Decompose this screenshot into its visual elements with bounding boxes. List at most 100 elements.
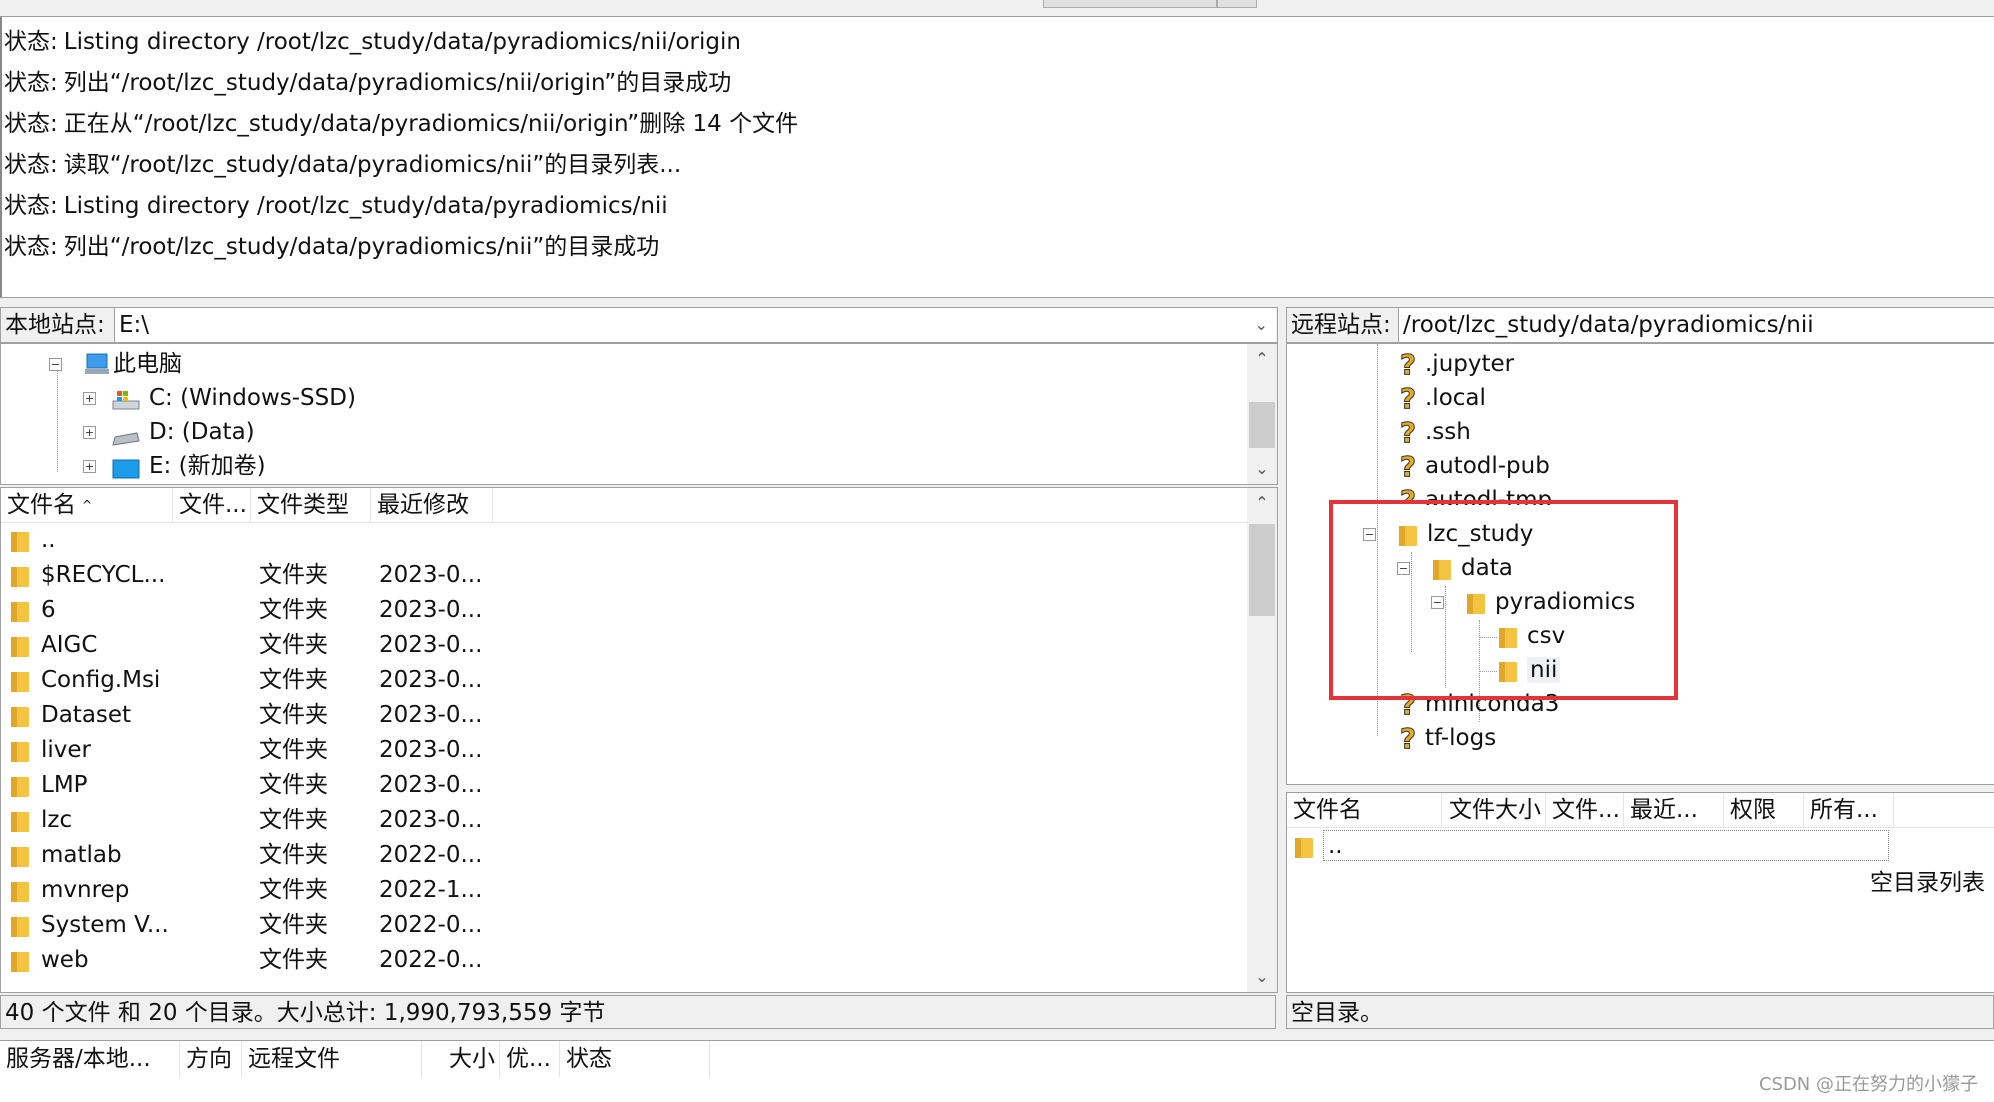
column-header-type[interactable]: 文件类型: [251, 488, 371, 522]
log-line: 状态: 列出“/root/lzc_study/data/pyradiomics/n…: [4, 70, 732, 96]
list-item[interactable]: mvnrep 文件夹 2022-1...: [1, 873, 1247, 908]
expand-icon[interactable]: +: [83, 426, 96, 439]
tree-item-local[interactable]: ? .local: [1397, 381, 1486, 415]
chevron-down-icon[interactable]: ⌄: [1247, 962, 1277, 992]
tree-item-csv[interactable]: csv: [1499, 619, 1565, 653]
toolbar-dropdown-button[interactable]: [1217, 0, 1257, 8]
column-header-size[interactable]: 文件...: [173, 488, 251, 522]
tree-item-tf-logs[interactable]: ? tf-logs: [1397, 721, 1496, 755]
list-item[interactable]: lzc 文件夹 2023-0...: [1, 803, 1247, 838]
windows-drive-icon: [111, 387, 141, 421]
queue-column-priority[interactable]: 优...: [500, 1041, 560, 1077]
collapse-icon[interactable]: −: [1431, 596, 1444, 609]
folder-icon: [11, 705, 29, 727]
drive-icon: [111, 456, 141, 484]
column-header-modified[interactable]: 最近修改: [371, 488, 493, 522]
queue-column-status[interactable]: 状态: [560, 1041, 710, 1077]
unknown-icon: ?: [1399, 347, 1417, 381]
folder-icon: [11, 915, 29, 937]
list-item[interactable]: ..: [1, 523, 1247, 558]
list-item[interactable]: matlab 文件夹 2022-0...: [1, 838, 1247, 873]
watermark: CSDN @正在努力的小獴子: [1758, 1074, 1978, 1095]
remote-file-list: 文件名 文件大小 文件... 最近... 权限 所有... .. 空目录列表: [1286, 792, 1994, 993]
unknown-icon: ?: [1399, 483, 1417, 505]
empty-directory-message: 空目录列表: [1870, 870, 1985, 896]
unknown-icon: ?: [1399, 415, 1417, 449]
local-tree: − 此电脑 + C: (Windows-SSD) + D: (Data) + E…: [0, 343, 1278, 485]
list-item[interactable]: Dataset 文件夹 2023-0...: [1, 698, 1247, 733]
folder-icon: [1499, 626, 1517, 648]
list-item[interactable]: LMP 文件夹 2023-0...: [1, 768, 1247, 803]
queue-column-size[interactable]: 大小: [422, 1041, 500, 1077]
scroll-thumb[interactable]: [1249, 402, 1275, 448]
queue-column-direction[interactable]: 方向: [180, 1041, 242, 1077]
folder-icon: [11, 950, 29, 972]
local-tree-scrollbar[interactable]: ⌃ ⌄: [1247, 344, 1277, 484]
folder-icon: [1467, 592, 1485, 614]
collapse-icon[interactable]: −: [1397, 562, 1410, 575]
chevron-up-icon[interactable]: ⌃: [1247, 344, 1277, 374]
remote-site-path: /root/lzc_study/data/pyradiomics/nii: [1403, 312, 1814, 338]
folder-icon: [1399, 524, 1417, 546]
folder-icon: [11, 670, 29, 692]
folder-icon: [1433, 558, 1451, 580]
local-site-combo[interactable]: E:\ ⌄: [114, 308, 1276, 342]
column-header-size[interactable]: 文件大小: [1442, 793, 1546, 827]
chevron-down-icon[interactable]: ⌄: [1255, 308, 1268, 342]
tree-item-nii[interactable]: nii: [1499, 653, 1561, 687]
list-item[interactable]: Config.Msi 文件夹 2023-0...: [1, 663, 1247, 698]
column-header-type[interactable]: 文件...: [1546, 793, 1624, 827]
local-file-scrollbar[interactable]: ⌃ ⌄: [1247, 488, 1277, 992]
column-header-name[interactable]: 文件名: [1287, 793, 1442, 827]
folder-icon: [1295, 836, 1313, 858]
local-site-path: E:\: [119, 312, 150, 338]
collapse-icon[interactable]: −: [1363, 528, 1376, 541]
list-item[interactable]: ..: [1287, 829, 1994, 864]
transfer-queue: 服务器/本地... 方向 远程文件 大小 优... 状态: [0, 1040, 1994, 1102]
log-line: 状态: Listing directory /root/lzc_study/dat…: [4, 193, 668, 219]
expand-icon[interactable]: +: [83, 460, 96, 473]
log-line: 状态: 读取“/root/lzc_study/data/pyradiomics/n…: [4, 152, 682, 178]
remote-site-label: 远程站点:: [1291, 312, 1391, 338]
expand-icon[interactable]: +: [83, 392, 96, 405]
queue-column-remote-file[interactable]: 远程文件: [242, 1041, 422, 1077]
list-item[interactable]: System V... 文件夹 2022-0...: [1, 908, 1247, 943]
list-item[interactable]: $RECYCL... 文件夹 2023-0...: [1, 558, 1247, 593]
folder-icon: [11, 530, 29, 552]
list-item[interactable]: liver 文件夹 2023-0...: [1, 733, 1247, 768]
log-line: 状态: 正在从“/root/lzc_study/data/pyradiomics/…: [4, 111, 799, 137]
column-header-name[interactable]: 文件名 ^: [1, 488, 173, 522]
drive-icon: [111, 423, 141, 457]
local-file-list: 文件名 ^ 文件... 文件类型 最近修改 .. $RECYCL... 文件夹 202…: [0, 487, 1278, 993]
column-header-modified[interactable]: 最近...: [1624, 793, 1724, 827]
list-item[interactable]: web 文件夹 2022-0...: [1, 943, 1247, 978]
tree-item-ssh[interactable]: ? .ssh: [1397, 415, 1470, 449]
message-log: 状态: Listing directory /root/lzc_study/dat…: [0, 17, 1994, 298]
tree-item-autodl-pub[interactable]: ? autodl-pub: [1397, 449, 1549, 483]
folder-icon: [11, 740, 29, 762]
collapse-icon[interactable]: −: [49, 358, 62, 371]
remote-site-combo[interactable]: /root/lzc_study/data/pyradiomics/nii: [1398, 308, 1994, 342]
toolbar-button[interactable]: [1043, 0, 1217, 8]
tree-item-miniconda3[interactable]: ? miniconda3: [1397, 687, 1559, 721]
queue-column-server[interactable]: 服务器/本地...: [0, 1041, 180, 1077]
folder-icon: [11, 635, 29, 657]
remote-site-bar: 远程站点: /root/lzc_study/data/pyradiomics/n…: [1286, 307, 1994, 343]
column-header-permissions[interactable]: 权限: [1724, 793, 1804, 827]
folder-icon: [11, 600, 29, 622]
local-site-label: 本地站点:: [5, 312, 105, 338]
remote-tree: ? .jupyter ? .local ? .ssh ? autodl-pub ? aut…: [1286, 343, 1994, 785]
chevron-up-icon[interactable]: ⌃: [1247, 488, 1277, 518]
tree-item-jupyter[interactable]: ? .jupyter: [1397, 347, 1514, 381]
remote-status-bar: 空目录。: [1286, 995, 1994, 1029]
chevron-down-icon[interactable]: ⌄: [1247, 454, 1277, 484]
folder-icon: [11, 845, 29, 867]
unknown-icon: ?: [1399, 687, 1417, 721]
list-item[interactable]: 6 文件夹 2023-0...: [1, 593, 1247, 628]
local-file-header: 文件名 ^ 文件... 文件类型 最近修改: [1, 488, 1247, 523]
scroll-thumb[interactable]: [1249, 524, 1275, 616]
tree-item-autodl-tmp[interactable]: ? autodl-tmp: [1397, 483, 1552, 505]
list-item[interactable]: AIGC 文件夹 2023-0...: [1, 628, 1247, 663]
sort-asc-icon: ^: [82, 498, 93, 512]
column-header-owner[interactable]: 所有...: [1804, 793, 1894, 827]
